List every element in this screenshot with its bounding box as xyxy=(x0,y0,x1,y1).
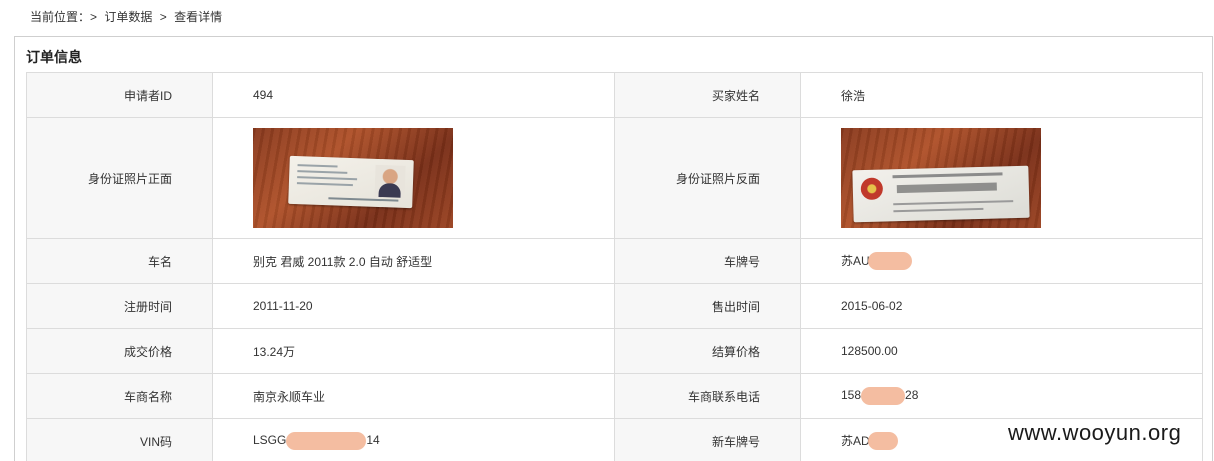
value-dealer-name: 南京永顺车业 xyxy=(212,373,615,419)
label-applicant-id: 申请者ID xyxy=(26,72,213,118)
label-plate-number: 车牌号 xyxy=(614,238,801,284)
order-info-panel: 订单信息 申请者ID 494 买家姓名 徐浩 身份证照片正面 身份证照片反面 车… xyxy=(14,36,1213,461)
label-settlement-price: 结算价格 xyxy=(614,328,801,374)
redaction-mark xyxy=(861,387,906,405)
breadcrumb-separator: > xyxy=(159,10,167,24)
plate-visible-text: 苏AU xyxy=(841,253,870,268)
phone-suffix: 28 xyxy=(905,388,919,403)
value-vin: LSGG 14 xyxy=(212,418,615,461)
value-id-front xyxy=(212,117,615,239)
value-buyer-name: 徐浩 xyxy=(800,72,1203,118)
new-plate-visible-text: 苏AD xyxy=(841,433,870,448)
value-car-name: 别克 君威 2011款 2.0 自动 舒适型 xyxy=(212,238,615,284)
table-row: 身份证照片正面 身份证照片反面 xyxy=(26,117,1203,239)
label-sold-date: 售出时间 xyxy=(614,283,801,329)
label-deal-price: 成交价格 xyxy=(26,328,213,374)
value-register-date: 2011-11-20 xyxy=(212,283,615,329)
id-card-back-image[interactable] xyxy=(841,128,1041,228)
redaction-mark xyxy=(867,432,898,451)
value-applicant-id: 494 xyxy=(212,72,615,118)
redaction-mark xyxy=(867,252,912,271)
value-id-back xyxy=(800,117,1203,239)
label-id-back: 身份证照片反面 xyxy=(614,117,801,239)
watermark-text: www.wooyun.org xyxy=(1008,420,1182,445)
breadcrumb: 当前位置：> 订单数据 > 查看详情 xyxy=(30,8,226,25)
value-sold-date: 2015-06-02 xyxy=(800,283,1203,329)
phone-prefix: 158 xyxy=(841,388,862,403)
label-register-date: 注册时间 xyxy=(26,283,213,329)
table-row: 成交价格 13.24万 结算价格 128500.00 xyxy=(26,328,1203,374)
table-row: 申请者ID 494 买家姓名 徐浩 xyxy=(26,72,1203,118)
value-deal-price: 13.24万 xyxy=(212,328,615,374)
label-dealer-phone: 车商联系电话 xyxy=(614,373,801,419)
breadcrumb-current: 查看详情 xyxy=(174,10,223,24)
order-info-table: 申请者ID 494 买家姓名 徐浩 身份证照片正面 身份证照片反面 车名 别克 … xyxy=(26,72,1203,461)
label-dealer-name: 车商名称 xyxy=(26,373,213,419)
label-car-name: 车名 xyxy=(26,238,213,284)
breadcrumb-prefix: 当前位置：> xyxy=(30,10,98,24)
table-row: 车名 别克 君威 2011款 2.0 自动 舒适型 车牌号 苏AU xyxy=(26,238,1203,284)
value-dealer-phone: 158 28 xyxy=(800,373,1203,419)
vin-suffix: 14 xyxy=(366,433,380,448)
panel-title: 订单信息 xyxy=(26,49,82,65)
value-settlement-price: 128500.00 xyxy=(800,328,1203,374)
id-card-front-image[interactable] xyxy=(253,128,453,228)
value-plate-number: 苏AU xyxy=(800,238,1203,284)
table-row: 车商名称 南京永顺车业 车商联系电话 158 28 xyxy=(26,373,1203,419)
label-id-front: 身份证照片正面 xyxy=(26,117,213,239)
label-vin: VIN码 xyxy=(26,418,213,461)
vin-prefix: LSGG xyxy=(253,433,287,448)
label-new-plate: 新车牌号 xyxy=(614,418,801,461)
label-buyer-name: 买家姓名 xyxy=(614,72,801,118)
table-row: 注册时间 2011-11-20 售出时间 2015-06-02 xyxy=(26,283,1203,329)
breadcrumb-link-order-data[interactable]: 订单数据 xyxy=(104,10,152,24)
redaction-mark xyxy=(286,432,367,450)
